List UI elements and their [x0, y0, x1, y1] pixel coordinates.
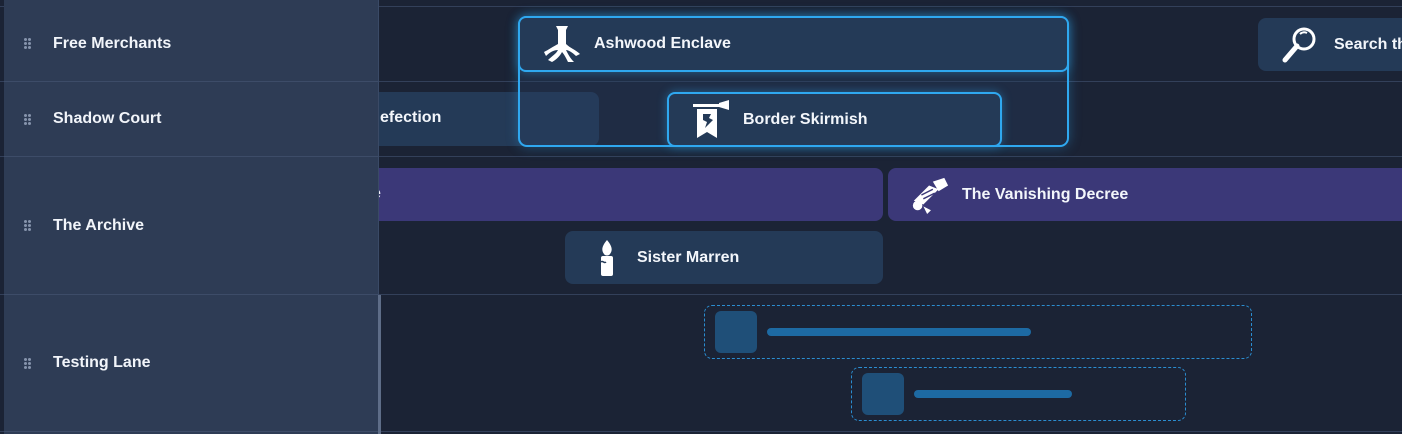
- lane-title: The Archive: [53, 216, 144, 234]
- event-title: Ashwood Enclave: [594, 35, 731, 52]
- placeholder-thumbnail: [715, 311, 757, 353]
- lane-title: Shadow Court: [53, 110, 162, 127]
- lane-title: Testing Lane: [53, 354, 151, 371]
- event-vanishing-decree[interactable]: The Vanishing Decree: [888, 168, 1402, 221]
- drag-handle-icon[interactable]: [24, 357, 31, 369]
- event-title: Sister Marren: [637, 248, 740, 266]
- event-ashwood-enclave[interactable]: Ashwood Enclave: [518, 16, 1069, 72]
- war-banner-icon: [691, 99, 731, 140]
- scroll-icon: [910, 175, 950, 215]
- placeholder-title-bar: [914, 390, 1072, 398]
- tree-roots-icon: [542, 24, 582, 64]
- lane-title: Free Merchants: [53, 34, 172, 52]
- event-archive-long[interactable]: e: [300, 168, 883, 221]
- lane-the-archive[interactable]: The Archive: [4, 157, 378, 295]
- drag-handle-icon[interactable]: [24, 220, 31, 231]
- lane-testing-lane[interactable]: Testing Lane: [4, 295, 378, 432]
- placeholder-thumbnail: [862, 373, 904, 415]
- event-title: The Vanishing Decree: [962, 185, 1129, 203]
- drag-handle-icon[interactable]: [24, 38, 31, 49]
- lane-resize-handle[interactable]: [378, 295, 381, 434]
- event-title: Border Skirmish: [743, 110, 868, 128]
- placeholder-title-bar: [767, 328, 1031, 336]
- event-sister-marren[interactable]: Sister Marren: [565, 231, 883, 284]
- placeholder-event[interactable]: [851, 367, 1186, 421]
- event-title: efection: [380, 109, 442, 126]
- placeholder-event[interactable]: [704, 305, 1252, 359]
- lane-free-merchants[interactable]: Free Merchants: [4, 6, 378, 82]
- event-border-skirmish[interactable]: Border Skirmish: [667, 92, 1002, 147]
- lane-shadow-court[interactable]: Shadow Court: [4, 82, 378, 157]
- drag-handle-icon[interactable]: [24, 113, 31, 125]
- candle-icon: [587, 238, 627, 278]
- event-title: Search th: [1334, 35, 1402, 53]
- lane-sidebar: Free Merchants Shadow Court The Archive …: [4, 0, 381, 434]
- magnifier-icon: [1280, 25, 1320, 65]
- event-search[interactable]: Search th: [1258, 18, 1402, 71]
